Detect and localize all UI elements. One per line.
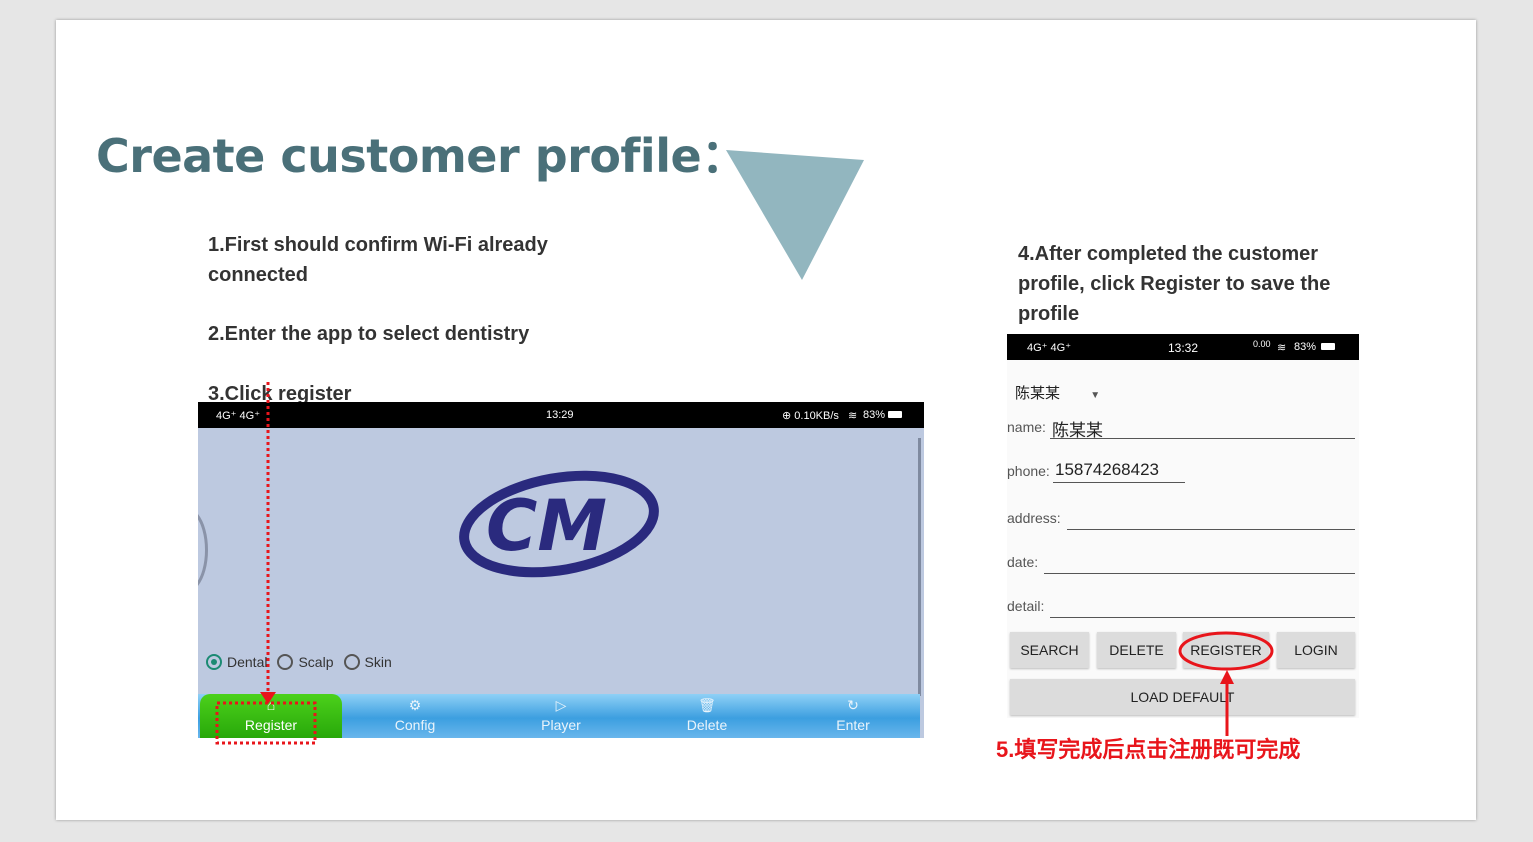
cm-logo: CM: [459, 470, 659, 578]
wifi-icon: ≋: [1277, 342, 1287, 354]
delete-tab-label: Delete: [686, 717, 728, 733]
phone-underline: [1053, 482, 1185, 483]
dotted-highlight-box: [215, 701, 317, 745]
name-underline: [1050, 438, 1355, 439]
delete-tab[interactable]: 🗑 Delete: [634, 694, 780, 738]
radio-skin[interactable]: [343, 654, 360, 670]
address-input[interactable]: [1067, 529, 1355, 530]
step-1-text: 1.First should confirm Wi-Fi already con…: [208, 230, 548, 290]
network-speed: 0.00: [1253, 339, 1271, 349]
step-1-line-1: 1.First should confirm Wi-Fi already: [208, 234, 548, 256]
battery-level: 83%: [863, 409, 886, 421]
search-button[interactable]: SEARCH: [1010, 632, 1089, 668]
triangle-decoration: [726, 150, 864, 280]
step-4-text: 4.After completed the customer profile, …: [1018, 239, 1330, 329]
phone-label: phone:: [1007, 463, 1050, 479]
config-tab-label: Config: [394, 717, 436, 733]
register-highlight-annotation: [1178, 631, 1274, 736]
gear-icon: ⚙: [408, 697, 422, 713]
play-icon: ▷: [555, 697, 567, 713]
battery-icon: [1321, 343, 1335, 350]
step-1-line-2: connected: [208, 264, 309, 286]
status-time: 13:29: [546, 409, 574, 421]
battery-icon: [888, 411, 902, 418]
step-4-line-3: profile: [1018, 303, 1080, 325]
step-4-line-2: profile, click Register to save the: [1018, 273, 1331, 295]
arrow-up-icon: [1220, 670, 1234, 684]
battery-level: 83%: [1294, 341, 1317, 353]
delete-button[interactable]: DELETE: [1097, 632, 1176, 668]
phone-input[interactable]: 15874268423: [1055, 460, 1159, 480]
dropdown-caret-icon: ▼: [1090, 390, 1101, 401]
status-bar: 4G⁺ 4G⁺ 13:32 0.00 ≋ 83%: [1007, 334, 1359, 360]
wifi-icon: ≋: [848, 410, 858, 422]
slide-title: Create customer profile：: [96, 129, 747, 183]
customer-dropdown-value: 陈某某: [1015, 385, 1061, 402]
address-label: address:: [1007, 510, 1061, 526]
step-2-text: 2.Enter the app to select dentistry: [208, 323, 530, 345]
register-annotation: [215, 382, 317, 745]
refresh-icon: ↻: [847, 697, 859, 713]
detail-label: detail:: [1007, 598, 1045, 614]
date-label: date:: [1007, 554, 1039, 570]
signal-indicator: 4G⁺ 4G⁺: [1027, 342, 1072, 354]
config-tab[interactable]: ⚙ Config: [342, 694, 488, 738]
status-time: 13:32: [1168, 341, 1199, 355]
date-input[interactable]: [1044, 573, 1355, 574]
instruction-caption: 5.填写完成后点击注册既可完成: [996, 737, 1301, 762]
trash-icon: 🗑: [698, 697, 716, 713]
enter-tab[interactable]: ↻ Enter: [780, 694, 924, 738]
enter-tab-label: Enter: [836, 717, 870, 733]
cm-logo-text: CM: [486, 485, 607, 567]
customer-dropdown[interactable]: 陈某某 ▼: [1015, 382, 1100, 403]
player-tab-label: Player: [541, 717, 581, 733]
step-4-line-1: 4.After completed the customer: [1018, 243, 1319, 265]
player-tab[interactable]: ▷ Player: [488, 694, 634, 738]
name-label: name:: [1007, 419, 1046, 435]
scrollbar[interactable]: [918, 438, 921, 696]
radio-skin-label: Skin: [364, 654, 392, 670]
network-speed: ⊕ 0.10KB/s: [782, 410, 839, 422]
detail-input[interactable]: [1050, 617, 1355, 618]
red-ellipse-highlight: [1178, 631, 1274, 671]
